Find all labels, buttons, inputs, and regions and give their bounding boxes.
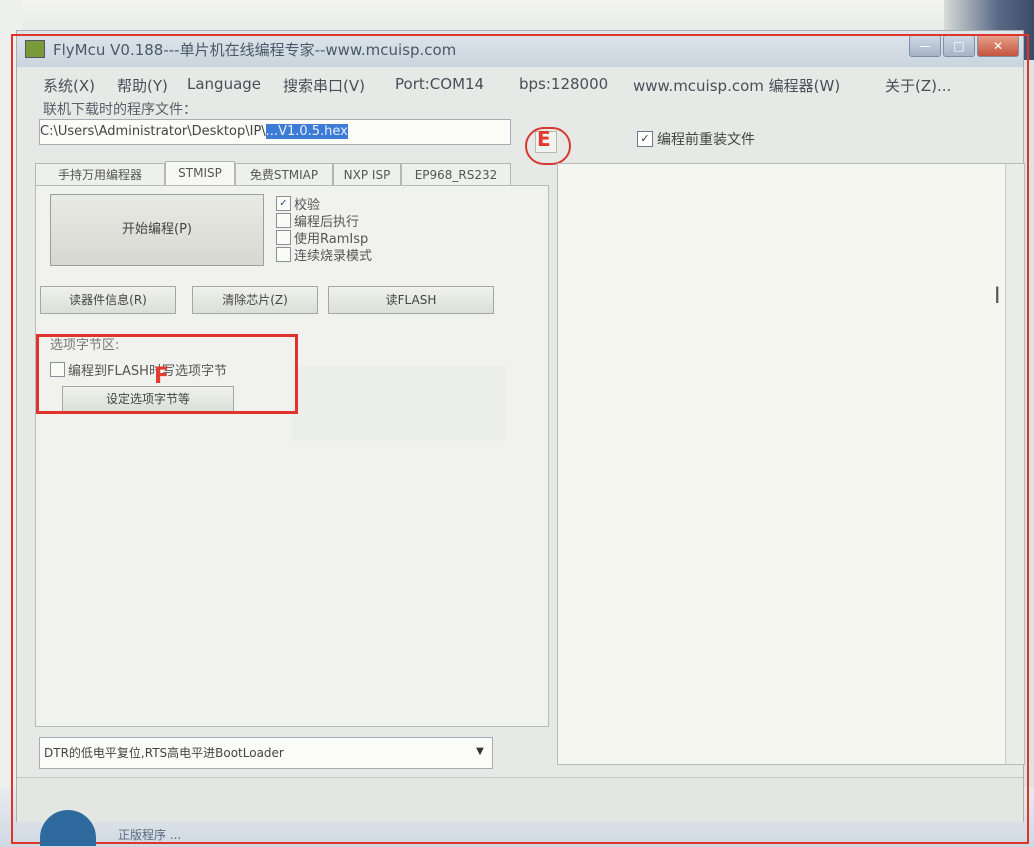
annotation-outer-box	[11, 34, 1029, 844]
photo-edge-top	[0, 0, 1034, 30]
taskbar-text: 正版程序 ...	[118, 828, 182, 842]
